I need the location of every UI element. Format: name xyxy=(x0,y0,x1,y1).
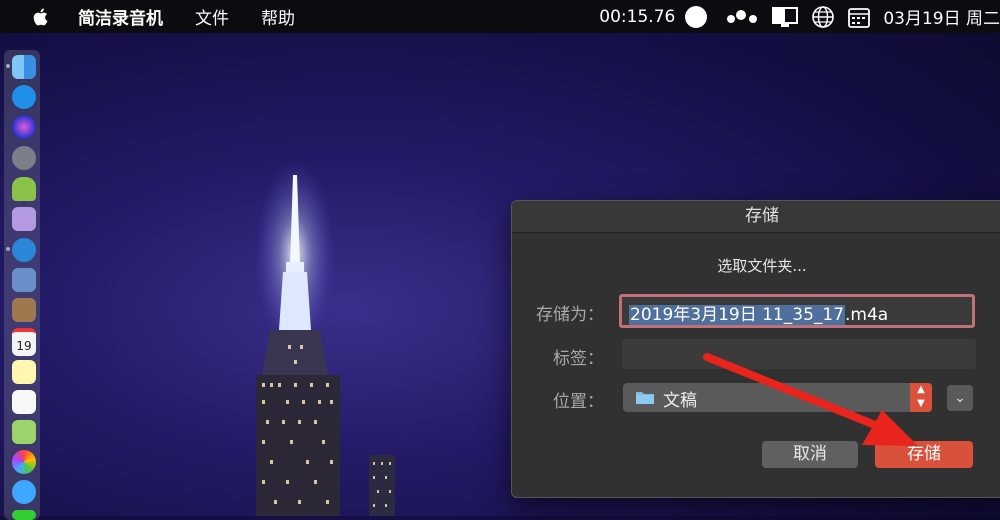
facetime-icon[interactable] xyxy=(12,510,36,520)
expand-chevron-down-icon[interactable]: ⌄ xyxy=(947,385,973,411)
running-indicator xyxy=(6,247,10,251)
recording-timer: 00:15.76 xyxy=(599,6,676,27)
apple-icon[interactable] xyxy=(30,6,52,28)
choose-folder-link[interactable]: 选取文件夹... xyxy=(512,255,1000,276)
finder-icon[interactable] xyxy=(12,55,36,79)
globe-icon[interactable] xyxy=(811,5,835,29)
tags-label: 标签： xyxy=(553,349,604,369)
dots-icon[interactable] xyxy=(725,7,759,27)
location-value: 文稿 xyxy=(663,391,697,411)
notes-icon[interactable] xyxy=(12,360,36,384)
tags-field[interactable] xyxy=(622,339,976,369)
filename-extension: .m4a xyxy=(845,305,889,325)
location-label: 位置： xyxy=(553,392,604,412)
save-button[interactable]: 存储 xyxy=(875,441,973,468)
folder-icon xyxy=(636,392,654,404)
siri-icon[interactable] xyxy=(12,115,36,139)
android-icon[interactable] xyxy=(12,177,36,201)
running-indicator xyxy=(6,64,10,68)
menubar-clock[interactable]: 03月19日 周二 xyxy=(883,4,1000,29)
calendar-icon[interactable] xyxy=(847,5,871,29)
photos-icon[interactable] xyxy=(12,450,36,474)
location-stepper-icon[interactable]: ▲ ▼ xyxy=(910,383,932,412)
launchpad-icon[interactable] xyxy=(12,146,36,170)
preview-icon[interactable] xyxy=(12,268,36,292)
file-menu[interactable]: 文件 xyxy=(195,4,229,29)
safari-icon[interactable] xyxy=(12,238,36,262)
record-indicator-icon[interactable] xyxy=(685,5,708,28)
filename-selected-text: 2019年3月19日 11_35_17 xyxy=(629,305,846,325)
reminders-icon[interactable] xyxy=(12,390,36,414)
messages-icon[interactable] xyxy=(12,480,36,504)
app-menu[interactable]: 简洁录音机 xyxy=(78,4,163,29)
simulator-icon[interactable] xyxy=(12,207,36,231)
location-select[interactable]: 文稿 ▲ ▼ xyxy=(623,383,932,412)
app-store-icon[interactable] xyxy=(12,85,36,109)
save-dialog: 存储 选取文件夹... 存储为： 2019年3月19日 11_35_17.m4a… xyxy=(511,200,1000,498)
maps-icon[interactable] xyxy=(12,420,36,444)
filename-field[interactable]: 2019年3月19日 11_35_17.m4a xyxy=(619,294,975,328)
display-icon[interactable] xyxy=(771,6,799,28)
cancel-button[interactable]: 取消 xyxy=(762,441,858,468)
calendar-app-icon[interactable]: 19 xyxy=(12,328,36,356)
save-as-label: 存储为： xyxy=(536,305,604,325)
dialog-title: 存储 xyxy=(512,201,1000,233)
status-area: 00:15.76 03月19日 周二 xyxy=(599,0,1000,33)
contacts-icon[interactable] xyxy=(12,298,36,322)
dock: 19 xyxy=(4,50,40,520)
help-menu[interactable]: 帮助 xyxy=(261,4,295,29)
